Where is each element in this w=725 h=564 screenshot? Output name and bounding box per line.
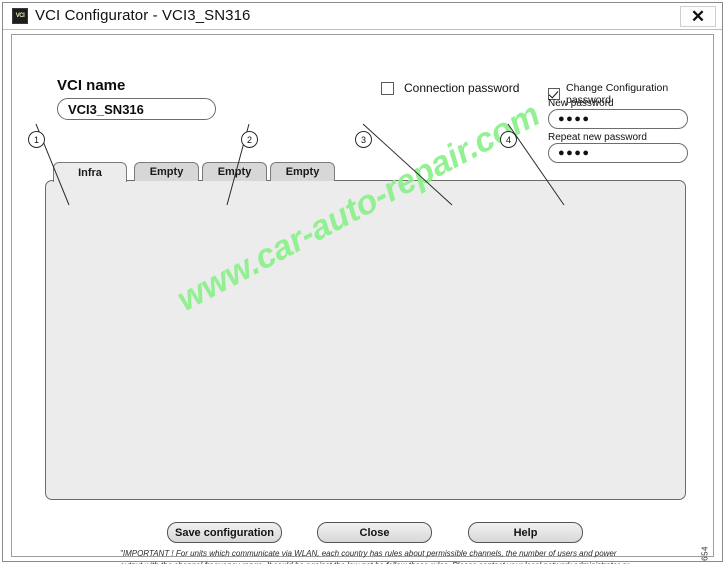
callout-marker-1: 1 xyxy=(28,131,45,148)
close-button[interactable]: Close xyxy=(317,522,432,543)
close-icon[interactable]: ✕ xyxy=(680,6,716,27)
vci-configurator-window: VCI VCI Configurator - VCI3_SN316 ✕ VCI … xyxy=(0,0,725,564)
window-title: VCI Configurator - VCI3_SN316 xyxy=(35,7,251,24)
connection-password-label: Connection password xyxy=(404,81,520,95)
connection-password-checkbox[interactable] xyxy=(381,81,394,95)
tab-infra[interactable]: Infra xyxy=(53,162,127,182)
tab-empty-1[interactable]: Empty xyxy=(134,162,199,181)
vci-app-icon: VCI xyxy=(12,8,28,24)
vci-name-label: VCI name xyxy=(57,77,126,94)
callout-marker-4: 4 xyxy=(500,131,517,148)
save-configuration-button[interactable]: Save configuration xyxy=(167,522,282,543)
new-password-input[interactable]: ●●●● xyxy=(548,109,688,129)
vci-name-input[interactable]: VCI3_SN316 xyxy=(57,98,216,120)
repeat-new-password-input[interactable]: ●●●● xyxy=(548,143,688,163)
content-area: VCI name VCI3_SN316 Connection password … xyxy=(11,34,714,564)
title-bar: VCI VCI Configurator - VCI3_SN316 ✕ xyxy=(3,3,722,30)
repeat-new-password-label: Repeat new password xyxy=(548,132,647,143)
window-frame: VCI VCI Configurator - VCI3_SN316 ✕ VCI … xyxy=(2,2,723,564)
vci-app-icon-glyph: VCI xyxy=(15,13,25,19)
help-button[interactable]: Help xyxy=(468,522,583,543)
tab-strip: Infra Empty Empty Empty xyxy=(53,162,678,182)
important-note: "IMPORTANT ! For units which communicate… xyxy=(120,549,629,564)
tab-empty-2[interactable]: Empty xyxy=(202,162,267,181)
tab-empty-3[interactable]: Empty xyxy=(270,162,335,181)
connection-password-row[interactable]: Connection password xyxy=(381,81,519,95)
reference-number: 336 654 xyxy=(700,546,709,564)
configuration-panel xyxy=(45,180,686,500)
callout-marker-3: 3 xyxy=(355,131,372,148)
callout-marker-2: 2 xyxy=(241,131,258,148)
new-password-label: New password xyxy=(548,98,614,109)
